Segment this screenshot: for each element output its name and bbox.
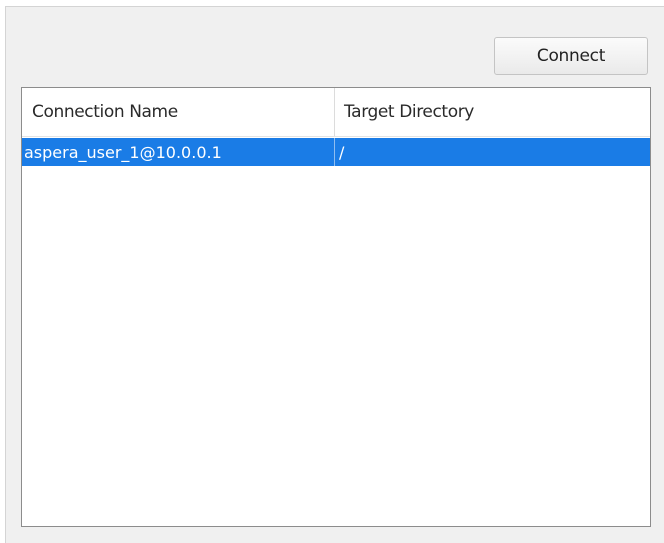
column-header-target-directory[interactable]: Target Directory — [344, 88, 644, 136]
connection-name-cell: aspera_user_1@10.0.0.1 — [24, 142, 222, 162]
target-directory-cell: / — [339, 142, 345, 162]
column-header-connection-name[interactable]: Connection Name — [32, 88, 332, 136]
table-row[interactable]: aspera_user_1@10.0.0.1 / — [22, 138, 650, 166]
table-header: Connection Name Target Directory — [22, 88, 650, 137]
connect-button[interactable]: Connect — [494, 37, 648, 75]
connections-table: Connection Name Target Directory aspera_… — [21, 87, 651, 527]
row-divider — [334, 138, 335, 166]
column-divider[interactable] — [334, 88, 335, 136]
